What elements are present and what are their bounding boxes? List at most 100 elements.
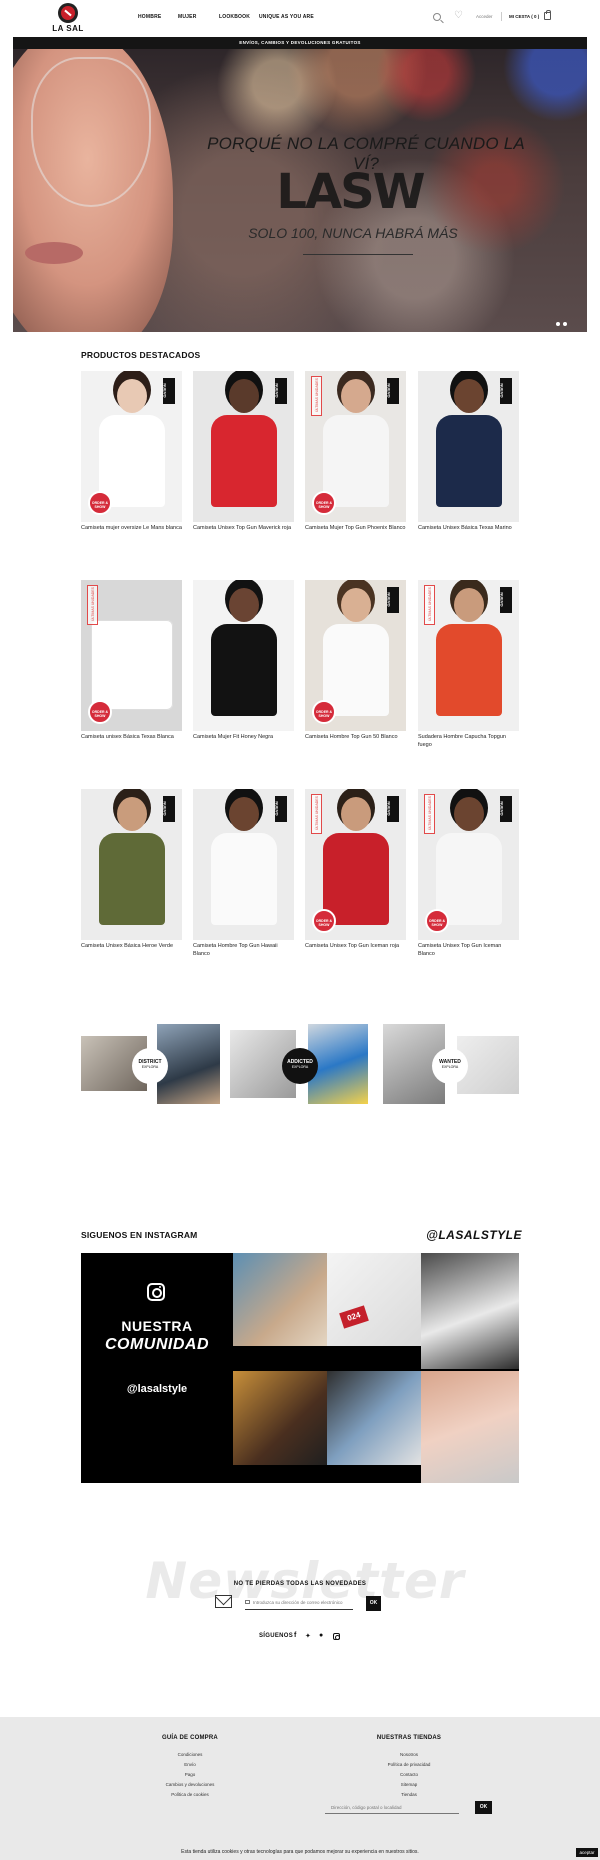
- slider-dot[interactable]: [563, 322, 567, 326]
- hero-underline: [303, 254, 413, 255]
- search-icon[interactable]: [433, 13, 441, 21]
- product-image[interactable]: NUEVO: [418, 371, 519, 522]
- product-name[interactable]: Camiseta Unisex Básica Texas Marino: [418, 525, 519, 533]
- product-card[interactable]: ÚLTIMAS UNIDADES ORDER & SHOW Camiseta uni…: [81, 580, 182, 742]
- login-link[interactable]: Acceder: [476, 14, 493, 19]
- new-badge: NUEVO: [500, 796, 512, 822]
- promo-badge-text: ORDER & SHOW: [91, 710, 109, 718]
- nav-mujer[interactable]: MUJER: [178, 14, 197, 20]
- footer-link[interactable]: Pago: [140, 1772, 240, 1777]
- category-district[interactable]: DISTRICT EXPLORA: [132, 1048, 168, 1084]
- product-image[interactable]: NUEVO ÚLTIMAS UNIDADES ORDER & SHOW: [305, 789, 406, 940]
- instagram-feed: NUESTRA COMUNIDAD @lasalstyle 024: [81, 1253, 519, 1483]
- footer-link[interactable]: Tiendas: [359, 1792, 459, 1797]
- product-card[interactable]: Camiseta Mujer Fit Honey Negra: [193, 580, 294, 742]
- footer-link[interactable]: Envío: [140, 1762, 240, 1767]
- product-image[interactable]: NUEVO ÚLTIMAS UNIDADES ORDER & SHOW: [305, 371, 406, 522]
- footer-link[interactable]: Política de privacidad: [359, 1762, 459, 1767]
- footer-link[interactable]: Nosotros: [359, 1752, 459, 1757]
- new-badge-text: NUEVO: [499, 592, 505, 607]
- product-name[interactable]: Camiseta Hombre Top Gun 50 Blanco: [305, 734, 406, 742]
- garment: [91, 620, 173, 710]
- product-card[interactable]: NUEVO ÚLTIMAS UNIDADES ORDER & SHOW Camiset…: [418, 789, 519, 958]
- newsletter-title: NO TE PIERDAS TODAS LAS NOVEDADES: [233, 1581, 367, 1587]
- pinterest-icon[interactable]: ●: [319, 1632, 323, 1639]
- footer: GUÍA DE COMPRA Condiciones Envío Pago Ca…: [0, 1717, 600, 1860]
- category-wanted[interactable]: WANTED EXPLORA: [432, 1048, 468, 1084]
- footer-link[interactable]: Cambios y devoluciones: [140, 1782, 240, 1787]
- model-head: [229, 588, 259, 622]
- product-name[interactable]: Camiseta Unisex Top Gun Maverick roja: [193, 525, 294, 533]
- last-units-badge-text: ÚLTIMAS UNIDADES: [314, 378, 319, 412]
- logo-text: LA SAL: [52, 24, 84, 33]
- product-name[interactable]: Camiseta Hombre Top Gun Hawaii Blanco: [193, 943, 294, 958]
- promo-badge-text: ORDER & SHOW: [315, 710, 333, 718]
- product-image[interactable]: NUEVO: [193, 371, 294, 522]
- garment: [323, 833, 389, 925]
- community-line-1: NUESTRA: [121, 1318, 193, 1334]
- product-card[interactable]: NUEVO Camiseta Hombre Top Gun Hawaii Blan…: [193, 789, 294, 958]
- instagram-post[interactable]: [421, 1253, 519, 1369]
- product-image[interactable]: NUEVO ÚLTIMAS UNIDADES ORDER & SHOW: [418, 789, 519, 940]
- product-image[interactable]: ÚLTIMAS UNIDADES ORDER & SHOW: [81, 580, 182, 731]
- facebook-icon[interactable]: f: [294, 1632, 296, 1639]
- product-name[interactable]: Camiseta unisex Básica Texas Blanca: [81, 734, 182, 742]
- instagram-community-panel[interactable]: NUESTRA COMUNIDAD @lasalstyle: [81, 1253, 233, 1483]
- hero-sunglasses: [31, 57, 151, 207]
- product-card[interactable]: NUEVO ORDER & SHOW Camiseta Hombre Top Gun…: [305, 580, 406, 742]
- cart-link[interactable]: MI CESTA ( 0 ): [509, 14, 539, 19]
- instagram-social-icon[interactable]: [333, 1633, 340, 1640]
- nav-lookbook[interactable]: LOOKBOOK: [219, 14, 250, 20]
- product-card[interactable]: NUEVO Camiseta Unisex Básica Texas Marino: [418, 371, 519, 533]
- product-name[interactable]: Camiseta Unisex Básica Heroe Verde: [81, 943, 182, 951]
- store-locator-button[interactable]: OK: [475, 1801, 492, 1814]
- product-name[interactable]: Camiseta Mujer Top Gun Phoenix Blanco: [305, 525, 406, 533]
- category-addicted[interactable]: ADDICTED EXPLORA: [282, 1048, 318, 1084]
- instagram-post[interactable]: [327, 1371, 421, 1465]
- product-name[interactable]: Camiseta mujer oversize Le Mans blanca: [81, 525, 182, 533]
- newsletter-email-input[interactable]: [245, 1596, 353, 1610]
- product-image[interactable]: NUEVO ÚLTIMAS UNIDADES: [418, 580, 519, 731]
- footer-link[interactable]: Política de cookies: [140, 1792, 240, 1797]
- instagram-post[interactable]: [421, 1371, 519, 1483]
- store-locator-input[interactable]: [325, 1802, 459, 1814]
- product-card[interactable]: NUEVO ÚLTIMAS UNIDADES ORDER & SHOW Camiset…: [305, 789, 406, 951]
- instagram-post[interactable]: [233, 1253, 327, 1346]
- footer-link[interactable]: Sitemap: [359, 1782, 459, 1787]
- footer-link[interactable]: Condiciones: [140, 1752, 240, 1757]
- product-image[interactable]: NUEVO ORDER & SHOW: [81, 371, 182, 522]
- new-badge-text: NUEVO: [274, 801, 280, 816]
- newsletter-submit-button[interactable]: OK: [366, 1596, 381, 1611]
- twitter-icon[interactable]: ✦: [305, 1632, 311, 1640]
- promo-badge-text: ORDER & SHOW: [91, 501, 109, 509]
- product-image[interactable]: NUEVO: [81, 789, 182, 940]
- product-card[interactable]: NUEVO ÚLTIMAS UNIDADES Sudadera Hombre Cap…: [418, 580, 519, 749]
- product-name[interactable]: Camiseta Unisex Top Gun Iceman roja: [305, 943, 406, 951]
- footer-link[interactable]: Contacto: [359, 1772, 459, 1777]
- nav-unique[interactable]: UNIQUE AS YOU ARE: [259, 14, 314, 20]
- product-image[interactable]: NUEVO ORDER & SHOW: [305, 580, 406, 731]
- new-badge-text: NUEVO: [162, 801, 168, 816]
- slider-dot[interactable]: [556, 322, 560, 326]
- product-name[interactable]: Camiseta Unisex Top Gun Iceman Blanco: [418, 943, 519, 958]
- community-handle: @lasalstyle: [126, 1383, 188, 1395]
- product-name[interactable]: Camiseta Mujer Fit Honey Negra: [193, 734, 294, 742]
- last-units-badge: ÚLTIMAS UNIDADES: [424, 585, 435, 625]
- shopping-bag-icon[interactable]: [544, 10, 551, 20]
- heart-icon[interactable]: ♡: [454, 11, 463, 21]
- product-card[interactable]: NUEVO ORDER & SHOW Camiseta mujer oversize…: [81, 371, 182, 533]
- product-image[interactable]: [193, 580, 294, 731]
- product-card[interactable]: NUEVO ÚLTIMAS UNIDADES ORDER & SHOW Camiset…: [305, 371, 406, 533]
- product-image[interactable]: NUEVO: [193, 789, 294, 940]
- hero-banner[interactable]: ENVÍOS, CAMBIOS Y DEVOLUCIONES GRATUITOS…: [13, 37, 587, 332]
- instagram-post[interactable]: [233, 1371, 327, 1465]
- new-badge: NUEVO: [500, 587, 512, 613]
- nav-hombre[interactable]: HOMBRE: [138, 14, 161, 20]
- product-card[interactable]: NUEVO Camiseta Unisex Básica Heroe Verde: [81, 789, 182, 951]
- product-card[interactable]: NUEVO Camiseta Unisex Top Gun Maverick ro…: [193, 371, 294, 533]
- instagram-post[interactable]: 024: [327, 1253, 421, 1346]
- instagram-handle-title[interactable]: @LASALSTYLE: [426, 1228, 522, 1242]
- logo[interactable]: LA SAL: [52, 3, 84, 33]
- product-name[interactable]: Sudadera Hombre Capucha Topgun fuego: [418, 734, 519, 749]
- cookie-accept-button[interactable]: aceptar: [576, 1848, 598, 1857]
